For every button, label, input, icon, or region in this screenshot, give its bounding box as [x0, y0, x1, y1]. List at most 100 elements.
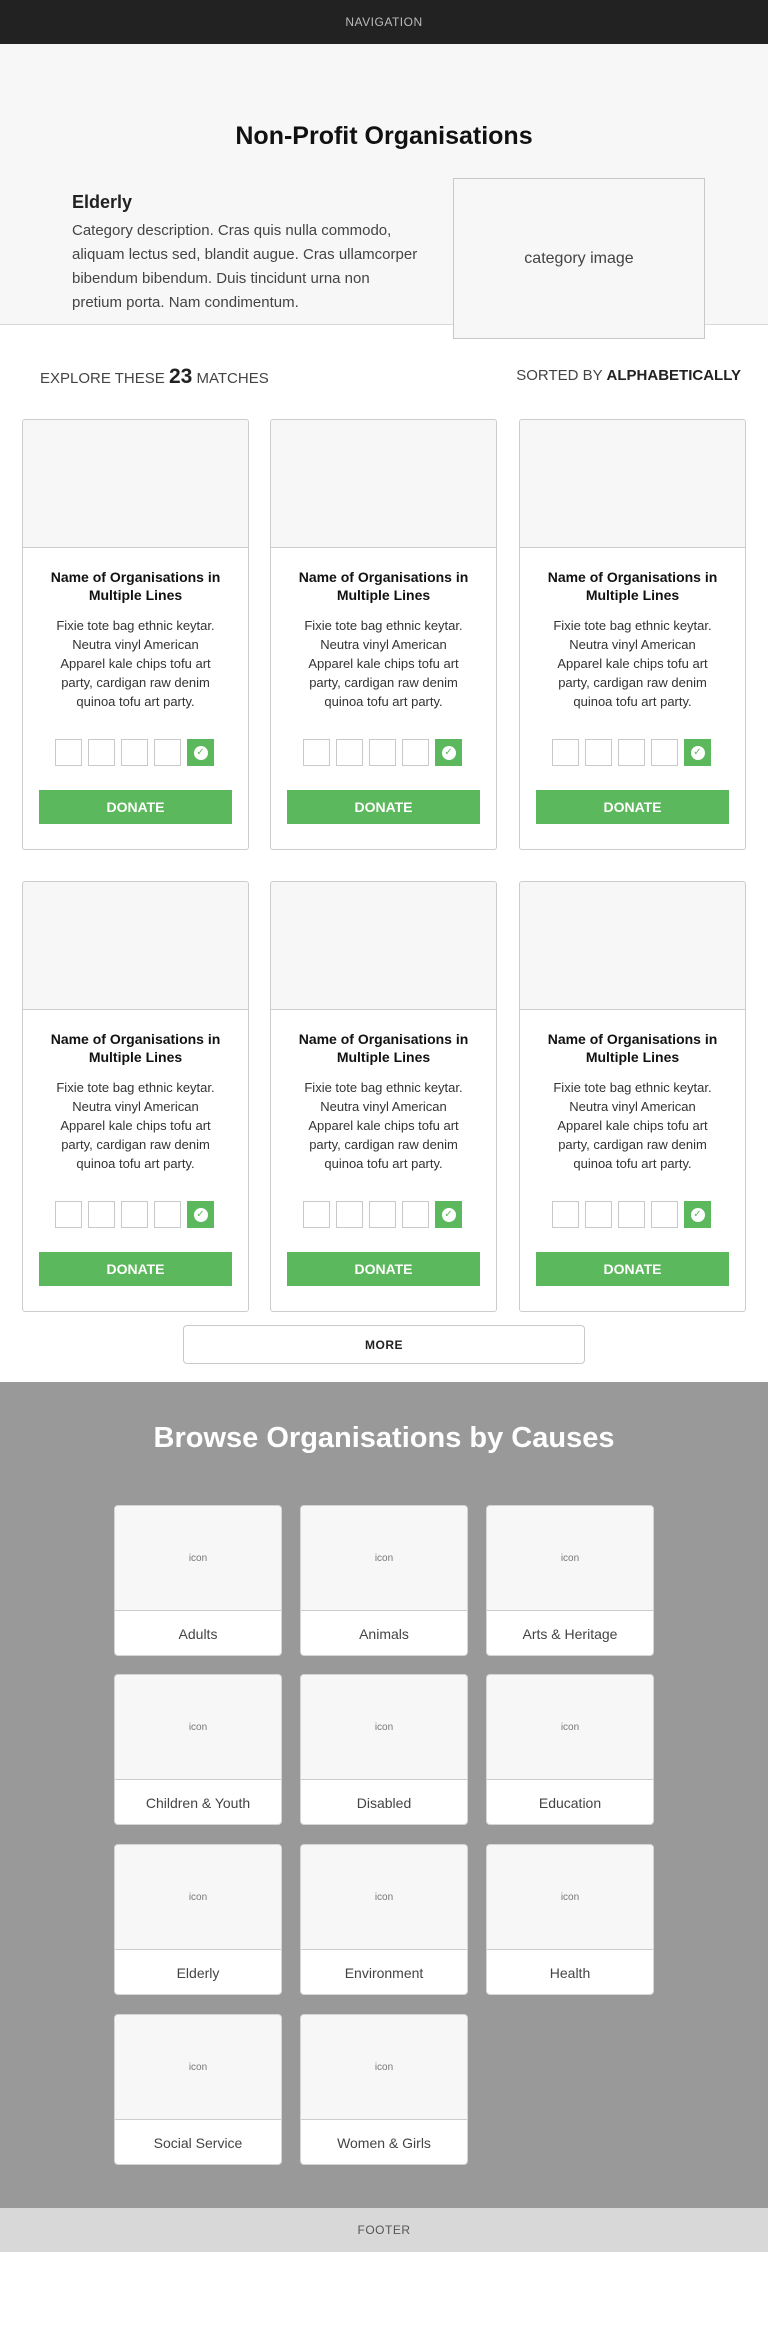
cause-label: Women & Girls [337, 2135, 431, 2151]
cause-tile-health[interactable]: icon Health [486, 1844, 654, 1995]
navigation-label: NAVIGATION [345, 15, 423, 29]
verified-box: ✓ [684, 1201, 711, 1228]
organisation-name[interactable]: Name of Organisations in Multiple Lines [520, 568, 745, 604]
attribute-box [336, 739, 363, 766]
cause-icon: icon [115, 1845, 281, 1950]
cause-label: Animals [359, 1626, 409, 1642]
attribute-box [585, 1201, 612, 1228]
explore-prefix: EXPLORE THESE [40, 370, 165, 387]
cause-tile-disabled[interactable]: icon Disabled [300, 1674, 468, 1825]
footer-label: FOOTER [357, 2223, 411, 2237]
check-circle-icon: ✓ [193, 745, 208, 760]
attribute-box [618, 1201, 645, 1228]
cause-tile-animals[interactable]: icon Animals [300, 1505, 468, 1656]
attribute-box [121, 1201, 148, 1228]
cause-tile-environment[interactable]: icon Environment [300, 1844, 468, 1995]
organisation-description: Fixie tote bag ethnic keytar. Neutra vin… [56, 1080, 215, 1171]
category-name: Elderly [72, 192, 133, 212]
cause-tile-elderly[interactable]: icon Elderly [114, 1844, 282, 1995]
attribute-box [55, 739, 82, 766]
donate-button[interactable]: DONATE [287, 1252, 480, 1286]
organisation-image [23, 420, 248, 548]
attribute-box [651, 739, 678, 766]
organisation-name[interactable]: Name of Organisations in Multiple Lines [520, 1030, 745, 1066]
attribute-box [369, 1201, 396, 1228]
cause-icon: icon [487, 1506, 653, 1611]
verified-box: ✓ [187, 1201, 214, 1228]
organisation-card: Name of Organisations in Multiple Lines … [22, 881, 249, 1312]
cause-label: Education [538, 1795, 602, 1811]
cause-tile-education[interactable]: icon Education [486, 1674, 654, 1825]
category-hero: Non-Profit Organisations Elderly Categor… [0, 44, 768, 339]
organisation-card: Name of Organisations in Multiple Lines … [270, 419, 497, 850]
organisation-name[interactable]: Name of Organisations in Multiple Lines [23, 568, 248, 604]
top-navigation[interactable]: NAVIGATION [0, 0, 768, 44]
donate-button[interactable]: DONATE [536, 790, 729, 824]
cause-label: Children & Youth [145, 1795, 251, 1811]
organisation-card: Name of Organisations in Multiple Lines … [22, 419, 249, 850]
cause-icon: icon [487, 1845, 653, 1950]
cause-tile-social-service[interactable]: icon Social Service [114, 2014, 282, 2165]
attribute-box [154, 1201, 181, 1228]
attribute-box [55, 1201, 82, 1228]
donate-button[interactable]: DONATE [536, 1252, 729, 1286]
attribute-boxes: ✓ [303, 1201, 462, 1228]
attribute-box [552, 1201, 579, 1228]
donate-button[interactable]: DONATE [287, 790, 480, 824]
attribute-box [154, 739, 181, 766]
organisation-description: Fixie tote bag ethnic keytar. Neutra vin… [56, 618, 215, 709]
organisation-description: Fixie tote bag ethnic keytar. Neutra vin… [553, 1080, 712, 1171]
attribute-boxes: ✓ [55, 739, 214, 766]
donate-button[interactable]: DONATE [39, 790, 232, 824]
category-description: Category description. Cras quis nulla co… [72, 222, 418, 311]
category-image-label: category image [524, 249, 634, 267]
cause-label: Elderly [176, 1965, 220, 1981]
sort-value[interactable]: ALPHABETICALLY [607, 367, 741, 384]
donate-button[interactable]: DONATE [39, 1252, 232, 1286]
organisation-image [271, 420, 496, 548]
cause-tile-children-youth[interactable]: icon Children & Youth [114, 1674, 282, 1825]
cause-tile-adults[interactable]: icon Adults [114, 1505, 282, 1656]
cause-label: Disabled [356, 1795, 412, 1811]
organisation-name[interactable]: Name of Organisations in Multiple Lines [271, 1030, 496, 1066]
organisation-image [520, 882, 745, 1010]
sort-control[interactable]: SORTED BY ALPHABETICALLY [516, 367, 741, 384]
verified-box: ✓ [187, 739, 214, 766]
organisation-description: Fixie tote bag ethnic keytar. Neutra vin… [553, 618, 712, 709]
results-count: EXPLORE THESE 23 MATCHES [40, 365, 269, 389]
match-count: 23 [168, 365, 193, 388]
check-circle-icon: ✓ [441, 745, 456, 760]
page-title: Non-Profit Organisations [235, 122, 533, 150]
attribute-box [303, 739, 330, 766]
organisation-name[interactable]: Name of Organisations in Multiple Lines [271, 568, 496, 604]
check-circle-icon: ✓ [690, 1207, 705, 1222]
attribute-boxes: ✓ [55, 1201, 214, 1228]
attribute-box [402, 1201, 429, 1228]
cause-tile-arts-heritage[interactable]: icon Arts & Heritage [486, 1505, 654, 1656]
attribute-box [88, 739, 115, 766]
cause-icon: icon [301, 1506, 467, 1611]
cause-label: Adults [178, 1626, 218, 1642]
organisation-image [520, 420, 745, 548]
attribute-boxes: ✓ [552, 1201, 711, 1228]
cause-tile-women-girls[interactable]: icon Women & Girls [300, 2014, 468, 2165]
attribute-box [618, 739, 645, 766]
organisation-description: Fixie tote bag ethnic keytar. Neutra vin… [304, 1080, 463, 1171]
organisation-grid: Name of Organisations in Multiple Lines … [0, 419, 768, 1382]
cause-icon: icon [115, 1506, 281, 1611]
check-circle-icon: ✓ [193, 1207, 208, 1222]
attribute-box [369, 739, 396, 766]
causes-section: Browse Organisations by Causes icon Adul… [0, 1382, 768, 2208]
organisation-card: Name of Organisations in Multiple Lines … [270, 881, 497, 1312]
check-circle-icon: ✓ [690, 745, 705, 760]
category-image: category image [453, 178, 705, 339]
more-button[interactable]: MORE [183, 1325, 585, 1364]
cause-label: Arts & Heritage [522, 1626, 618, 1642]
footer: FOOTER [0, 2208, 768, 2252]
attribute-boxes: ✓ [303, 739, 462, 766]
attribute-box [336, 1201, 363, 1228]
organisation-image [23, 882, 248, 1010]
organisation-name[interactable]: Name of Organisations in Multiple Lines [23, 1030, 248, 1066]
sort-prefix: SORTED BY [516, 367, 603, 384]
verified-box: ✓ [435, 739, 462, 766]
